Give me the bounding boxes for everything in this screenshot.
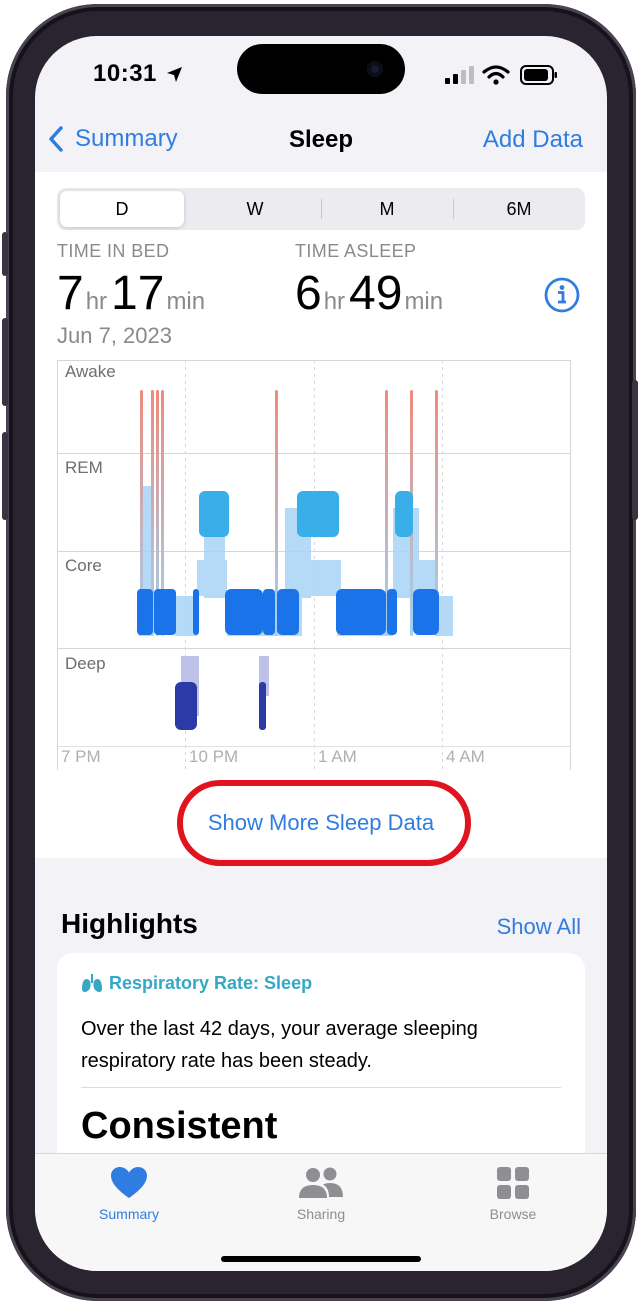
- deep-segments: [175, 682, 266, 730]
- tab-bar: Summary Sharing Browse: [35, 1153, 607, 1271]
- tab-sharing[interactable]: Sharing: [251, 1166, 391, 1222]
- x-tick-label: 10 PM: [189, 747, 239, 766]
- stage-label-deep: Deep: [65, 654, 106, 673]
- x-tick-label: 4 AM: [446, 747, 485, 766]
- stage-label-rem: REM: [65, 458, 103, 477]
- card-divider: [81, 1087, 561, 1088]
- segment-6-months[interactable]: 6M: [453, 188, 585, 230]
- stage-label-core: Core: [65, 556, 102, 575]
- info-icon[interactable]: [543, 276, 581, 314]
- segment-month[interactable]: M: [321, 188, 453, 230]
- action-button: [2, 232, 8, 276]
- screen: 10:31 Summary Sleep Add Data D W M 6M TI…: [35, 36, 607, 1271]
- rem-segments: [199, 491, 413, 537]
- volume-up-button: [2, 318, 8, 406]
- sleep-date: Jun 7, 2023: [57, 323, 172, 348]
- time-asleep-label: TIME ASLEEP: [295, 241, 417, 261]
- people-icon: [299, 1167, 343, 1198]
- period-segmented-control: D W M 6M: [57, 188, 585, 230]
- show-all-link[interactable]: Show All: [497, 914, 581, 940]
- x-tick-label: 1 AM: [318, 747, 357, 766]
- dynamic-island: [237, 44, 405, 94]
- time-in-bed-value: 7 hr 17 min: [57, 267, 206, 320]
- highlights-title: Highlights: [61, 908, 198, 939]
- heart-icon: [111, 1167, 147, 1198]
- cellular-signal-icon: [445, 66, 474, 84]
- status-time: 10:31: [93, 60, 184, 88]
- highlight-ring: [177, 780, 471, 866]
- wifi-icon: [482, 65, 510, 85]
- volume-down-button: [2, 432, 8, 520]
- tab-browse[interactable]: Browse: [443, 1166, 583, 1222]
- card-body-text: Over the last 42 days, your average slee…: [81, 1018, 478, 1072]
- power-button: [632, 380, 638, 520]
- home-indicator: [221, 1256, 421, 1262]
- location-arrow-icon: [167, 67, 183, 82]
- battery-icon: [520, 65, 557, 85]
- grid-icon: [497, 1167, 529, 1199]
- stage-label-awake: Awake: [65, 362, 116, 381]
- tab-summary[interactable]: Summary: [59, 1166, 199, 1222]
- time-asleep-value: 6 hr 49 min: [295, 267, 444, 320]
- segment-week[interactable]: W: [189, 188, 321, 230]
- lungs-icon: [82, 973, 102, 992]
- time-in-bed-label: TIME IN BED: [57, 241, 170, 261]
- card-heading: Respiratory Rate: Sleep: [81, 973, 312, 994]
- add-data-button[interactable]: Add Data: [483, 126, 583, 154]
- card-value: Consistent: [81, 1105, 278, 1147]
- segment-day[interactable]: D: [60, 191, 184, 227]
- sleep-stages-chart[interactable]: Awake REM Core Deep 7 PM 10 PM 1 AM 4 AM: [57, 360, 573, 770]
- x-tick-label: 7 PM: [61, 747, 101, 766]
